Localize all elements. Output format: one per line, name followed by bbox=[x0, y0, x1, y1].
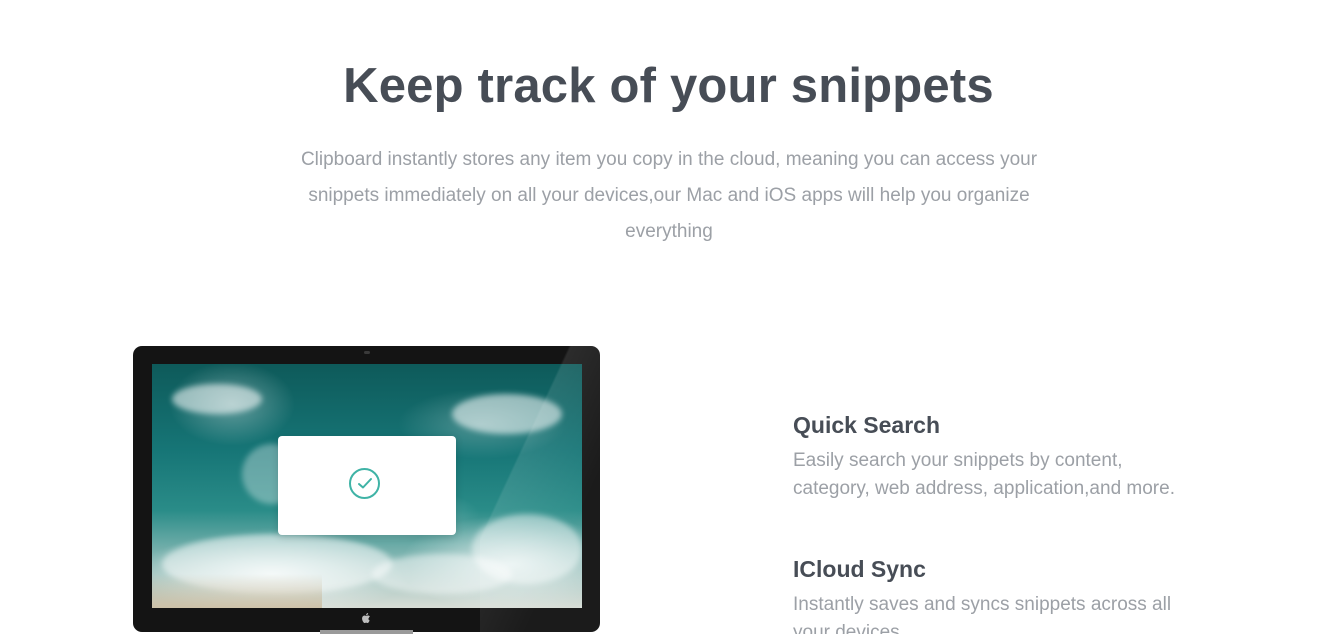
feature-quick-search: Quick Search Easily search your snippets… bbox=[793, 411, 1213, 503]
wave-foam bbox=[452, 394, 562, 434]
check-circle-icon bbox=[349, 468, 380, 499]
page-title: Keep track of your snippets bbox=[343, 59, 994, 113]
success-dialog bbox=[278, 436, 456, 535]
feature-title: Quick Search bbox=[793, 412, 941, 438]
apple-logo-icon bbox=[360, 612, 372, 626]
feature-description: Easily search your snippets by content, … bbox=[793, 450, 1175, 499]
shore-sand bbox=[152, 574, 322, 608]
monitor-illustration bbox=[133, 346, 600, 632]
hero-description: Clipboard instantly stores any item you … bbox=[300, 149, 1038, 242]
monitor-screen bbox=[152, 364, 582, 608]
feature-icloud-sync: ICloud Sync Instantly saves and syncs sn… bbox=[793, 555, 1213, 634]
checkmark-icon bbox=[358, 478, 372, 489]
monitor-stand bbox=[320, 630, 413, 634]
page: Keep track of your snippets Clipboard in… bbox=[0, 0, 1340, 634]
wave-foam bbox=[372, 554, 512, 594]
feature-title: ICloud Sync bbox=[793, 556, 926, 582]
camera-dot bbox=[364, 351, 370, 354]
wave-foam bbox=[172, 384, 262, 414]
feature-description: Instantly saves and syncs snippets acros… bbox=[793, 594, 1172, 634]
